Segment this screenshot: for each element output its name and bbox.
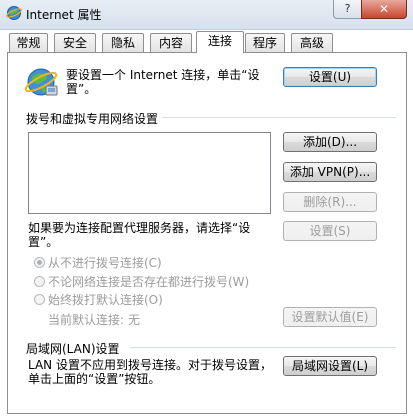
tab-connections[interactable]: 连接 xyxy=(196,31,244,53)
setup-description: 要设置一个 Internet 连接，单击“设置”。 xyxy=(66,68,260,96)
radio-always-dial-label: 始终拨打默认连接(O) xyxy=(48,293,163,307)
tab-content[interactable]: 内容 xyxy=(150,33,192,52)
add-vpn-button[interactable]: 添加 VPN(P)... xyxy=(283,162,377,182)
proxy-description: 如果要为连接配置代理服务器，请选择“设置”。 xyxy=(28,221,251,249)
current-default-value: 无 xyxy=(128,313,141,327)
tab-programs[interactable]: 程序 xyxy=(245,33,285,52)
radio-dial-when-no-network-label: 不论网络连接是否存在都进行拨号(W) xyxy=(48,275,250,289)
tab-security[interactable]: 安全 xyxy=(54,33,96,52)
add-button[interactable]: 添加(D)... xyxy=(283,132,377,152)
lan-settings-button[interactable]: 局域网设置(L) xyxy=(283,356,377,376)
lan-description: LAN 设置不应用到拨号连接。对于拨号设置，单击上面的“设置”按钮。 xyxy=(28,358,272,386)
tab-strip: 常规 安全 隐私 内容 连接 程序 高级 xyxy=(0,31,413,53)
help-button[interactable]: ? xyxy=(333,0,362,19)
radio-button[interactable] xyxy=(34,276,45,287)
tab-privacy[interactable]: 隐私 xyxy=(102,33,144,52)
close-button[interactable]: ✕ xyxy=(361,0,407,19)
setup-button[interactable]: 设置(U) xyxy=(283,67,377,87)
set-default-button[interactable]: 设置默认值(E) xyxy=(283,307,377,327)
tab-general[interactable]: 常规 xyxy=(9,33,48,52)
radio-button[interactable] xyxy=(34,294,45,305)
radio-button[interactable] xyxy=(34,257,45,268)
current-default-label: 当前默认连接: xyxy=(48,313,125,327)
internet-globe-icon xyxy=(24,68,58,96)
radio-never-dial-label: 从不进行拨号连接(C) xyxy=(48,256,162,270)
tab-advanced[interactable]: 高级 xyxy=(291,33,333,52)
window-title: Internet 属性 xyxy=(26,8,102,22)
lan-group-title: 局域网(LAN)设置 xyxy=(26,340,124,357)
dialup-group-title: 拨号和虚拟专用网络设置 xyxy=(26,110,163,127)
lan-separator xyxy=(130,347,396,348)
connections-listbox[interactable] xyxy=(28,132,271,214)
internet-options-icon xyxy=(6,6,22,20)
remove-button[interactable]: 删除(R)... xyxy=(283,192,377,212)
dialup-separator xyxy=(160,117,396,118)
proxy-settings-button[interactable]: 设置(S) xyxy=(283,221,377,241)
title-bar: Internet 属性 ? ✕ xyxy=(0,0,413,30)
